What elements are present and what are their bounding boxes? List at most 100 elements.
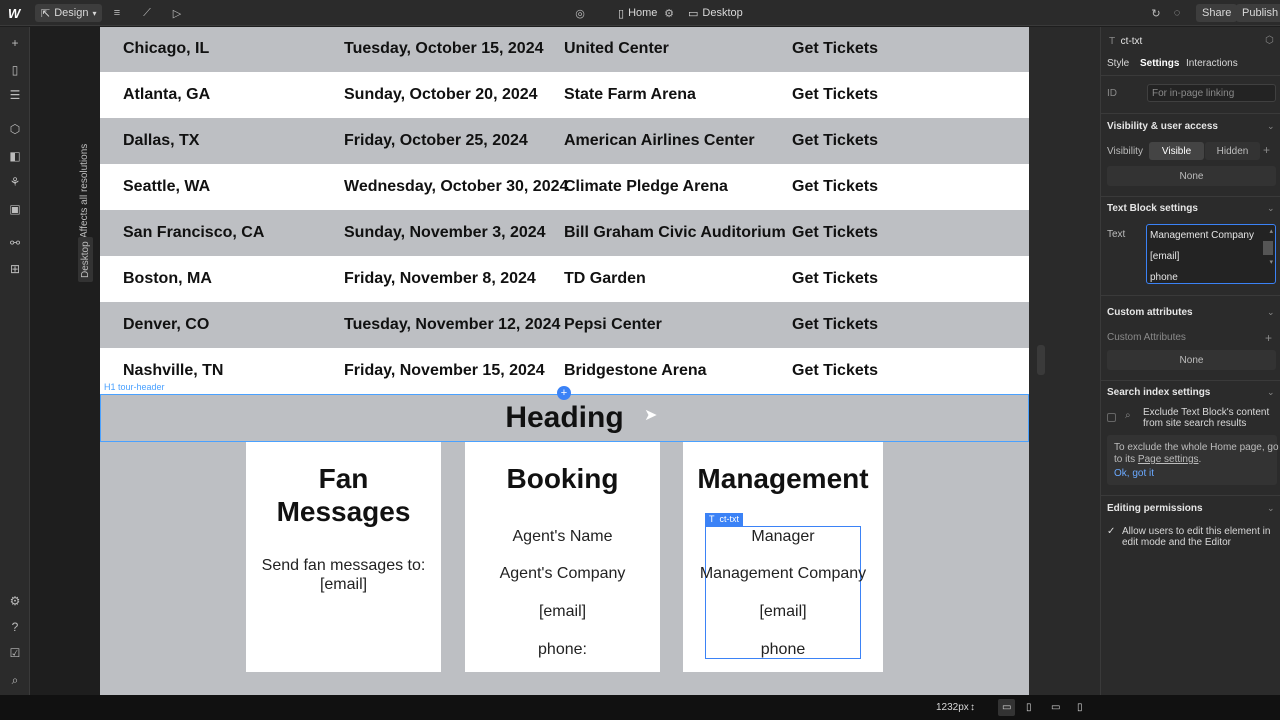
components-icon[interactable]: ⬡ bbox=[6, 120, 24, 138]
booking-card: Booking Agent's Name Agent's Company [em… bbox=[465, 442, 660, 672]
publish-button[interactable]: Publish bbox=[1236, 4, 1280, 22]
table-row: Denver, CO Tuesday, November 12, 2024 Peps… bbox=[100, 302, 1029, 348]
editing-permissions-section-title[interactable]: Editing permissions bbox=[1107, 503, 1203, 514]
search-index-section-title[interactable]: Search index settings bbox=[1107, 387, 1210, 398]
tour-venue: Bill Graham Civic Auditorium bbox=[564, 224, 786, 241]
chevron-down-icon: ▾ bbox=[92, 8, 97, 18]
assets-icon[interactable]: ▣ bbox=[6, 200, 24, 218]
table-row: San Francisco, CA Sunday, November 3, 202… bbox=[100, 210, 1029, 256]
styles-icon[interactable]: ⚘ bbox=[6, 173, 24, 191]
fan-card-text: Send fan messages to: bbox=[261, 557, 426, 574]
page-settings-gear-icon[interactable]: ⚙ bbox=[660, 0, 678, 26]
tab-style[interactable]: Style bbox=[1107, 58, 1129, 69]
chevron-down-icon[interactable]: ⌄ bbox=[1267, 121, 1275, 132]
visible-toggle[interactable]: Visible bbox=[1149, 142, 1204, 160]
chevron-down-icon[interactable]: ⌄ bbox=[1267, 203, 1275, 214]
add-element-plus-icon[interactable]: + bbox=[557, 386, 571, 400]
chevron-down-icon[interactable]: ⌄ bbox=[1267, 307, 1275, 318]
table-row: Chicago, IL Tuesday, October 15, 2024 Unit… bbox=[100, 27, 1029, 72]
add-icon[interactable]: + bbox=[6, 34, 24, 52]
text-label: Text bbox=[1107, 229, 1126, 240]
get-tickets-link[interactable]: Get Tickets bbox=[792, 270, 878, 288]
page-selector[interactable]: ▯ Home bbox=[618, 0, 657, 26]
get-tickets-link[interactable]: Get Tickets bbox=[792, 86, 878, 104]
apps-icon[interactable]: ⊞ bbox=[6, 260, 24, 278]
get-tickets-link[interactable]: Get Tickets bbox=[792, 316, 878, 334]
custom-attributes-section-title[interactable]: Custom attributes bbox=[1107, 307, 1193, 318]
tour-city: Boston, MA bbox=[123, 270, 212, 287]
page-settings-link[interactable]: Page settings bbox=[1138, 454, 1199, 465]
chevron-down-icon[interactable]: ⌄ bbox=[1267, 503, 1275, 514]
add-condition-icon[interactable]: + bbox=[1263, 143, 1270, 157]
navigator-icon[interactable]: ☰ bbox=[6, 86, 24, 104]
text-content-textarea[interactable]: Management Company [email] phone ▴ ▾ bbox=[1146, 224, 1276, 284]
pages-icon[interactable]: ▯ bbox=[6, 61, 24, 79]
analytics-icon[interactable]: ⟋ bbox=[138, 0, 156, 26]
settings-gear-icon[interactable]: ⚙ bbox=[6, 592, 24, 610]
tour-venue: Climate Pledge Arena bbox=[564, 178, 728, 195]
editing-line2: edit mode and the Editor bbox=[1122, 537, 1231, 548]
variables-icon[interactable]: ◧ bbox=[6, 147, 24, 165]
text-type-icon: T bbox=[709, 514, 715, 524]
design-mode-button[interactable]: ⇱ Design ▾ bbox=[35, 4, 103, 22]
cms-icon[interactable]: ≡ bbox=[108, 0, 126, 26]
tour-city: Atlanta, GA bbox=[123, 86, 211, 103]
selected-element-class: ct-txt bbox=[719, 514, 740, 524]
table-row: Atlanta, GA Sunday, October 20, 2024 State… bbox=[100, 72, 1029, 118]
help-icon[interactable]: ? bbox=[6, 618, 24, 636]
exclude-checkbox[interactable] bbox=[1107, 413, 1116, 422]
scroll-down-icon[interactable]: ▾ bbox=[1269, 258, 1273, 266]
management-company: Management Company bbox=[699, 565, 867, 582]
share-button[interactable]: Share bbox=[1196, 4, 1238, 22]
visibility-section-title[interactable]: Visibility & user access bbox=[1107, 121, 1218, 132]
checkmark-icon[interactable]: ✓ bbox=[1107, 526, 1115, 537]
search-icon[interactable]: ⌕ bbox=[6, 671, 24, 689]
scroll-up-icon[interactable]: ▴ bbox=[1269, 227, 1273, 235]
textarea-scrollbar[interactable] bbox=[1263, 241, 1273, 255]
visibility-label: Visibility bbox=[1107, 146, 1143, 157]
management-email: [email] bbox=[759, 603, 807, 620]
get-tickets-link[interactable]: Get Tickets bbox=[792, 40, 878, 58]
globe-icon[interactable]: ◎ bbox=[571, 0, 589, 26]
custom-attributes-none[interactable]: None bbox=[1107, 350, 1276, 370]
heading-element-tag: H1 tour-header bbox=[104, 382, 165, 392]
tab-settings[interactable]: Settings bbox=[1140, 58, 1179, 69]
id-input[interactable]: For in-page linking bbox=[1147, 84, 1276, 102]
add-attribute-icon[interactable]: + bbox=[1265, 331, 1272, 345]
refresh-icon[interactable]: ↻ bbox=[1147, 0, 1165, 26]
mobile-portrait-icon[interactable]: ▯ bbox=[1077, 695, 1083, 720]
tour-venue: United Center bbox=[564, 40, 669, 57]
webflow-logo[interactable]: W bbox=[8, 0, 20, 26]
booking-agent-name: Agent's Name bbox=[512, 528, 613, 545]
comments-icon[interactable]: ◌ bbox=[1168, 0, 1186, 26]
desktop-breakpoint-icon[interactable]: ▭ bbox=[998, 699, 1016, 716]
tablet-breakpoint-icon[interactable]: ▯ bbox=[1026, 695, 1032, 720]
desktop-breakpoint-badge: Desktop bbox=[78, 237, 93, 282]
visibility-none[interactable]: None bbox=[1107, 166, 1276, 186]
resize-handle[interactable] bbox=[1037, 345, 1045, 375]
get-tickets-link[interactable]: Get Tickets bbox=[792, 178, 878, 196]
mobile-landscape-icon[interactable]: ▭ bbox=[1051, 695, 1060, 720]
width-resize-icon[interactable]: ↕ bbox=[970, 695, 975, 720]
editing-description: Allow users to edit this element in edit… bbox=[1122, 526, 1270, 548]
ok-got-it-link[interactable]: Ok, got it bbox=[1114, 468, 1154, 479]
tab-interactions[interactable]: Interactions bbox=[1186, 58, 1238, 69]
chevron-down-icon[interactable]: ⌄ bbox=[1267, 387, 1275, 398]
text-block-section-title[interactable]: Text Block settings bbox=[1107, 203, 1198, 214]
hidden-toggle[interactable]: Hidden bbox=[1205, 142, 1260, 160]
divider bbox=[1101, 495, 1280, 496]
management-phone: phone bbox=[760, 641, 806, 658]
play-preview-icon[interactable]: ▷ bbox=[168, 0, 186, 26]
breakpoint-selector[interactable]: ▭ Desktop bbox=[688, 0, 743, 26]
get-tickets-link[interactable]: Get Tickets bbox=[792, 362, 878, 380]
logic-icon[interactable]: ⚯ bbox=[6, 234, 24, 252]
canvas-width-readout[interactable]: 1232px bbox=[936, 695, 969, 720]
get-tickets-link[interactable]: Get Tickets bbox=[792, 224, 878, 242]
tour-header-heading[interactable]: Heading bbox=[100, 394, 1029, 442]
audit-icon[interactable]: ☑ bbox=[6, 644, 24, 662]
component-icon[interactable]: ⬡ bbox=[1265, 35, 1274, 46]
tour-date: Tuesday, October 15, 2024 bbox=[344, 40, 544, 57]
element-name: T ct-txt bbox=[1109, 36, 1142, 47]
get-tickets-link[interactable]: Get Tickets bbox=[792, 132, 878, 150]
tour-date: Sunday, November 3, 2024 bbox=[344, 224, 546, 241]
